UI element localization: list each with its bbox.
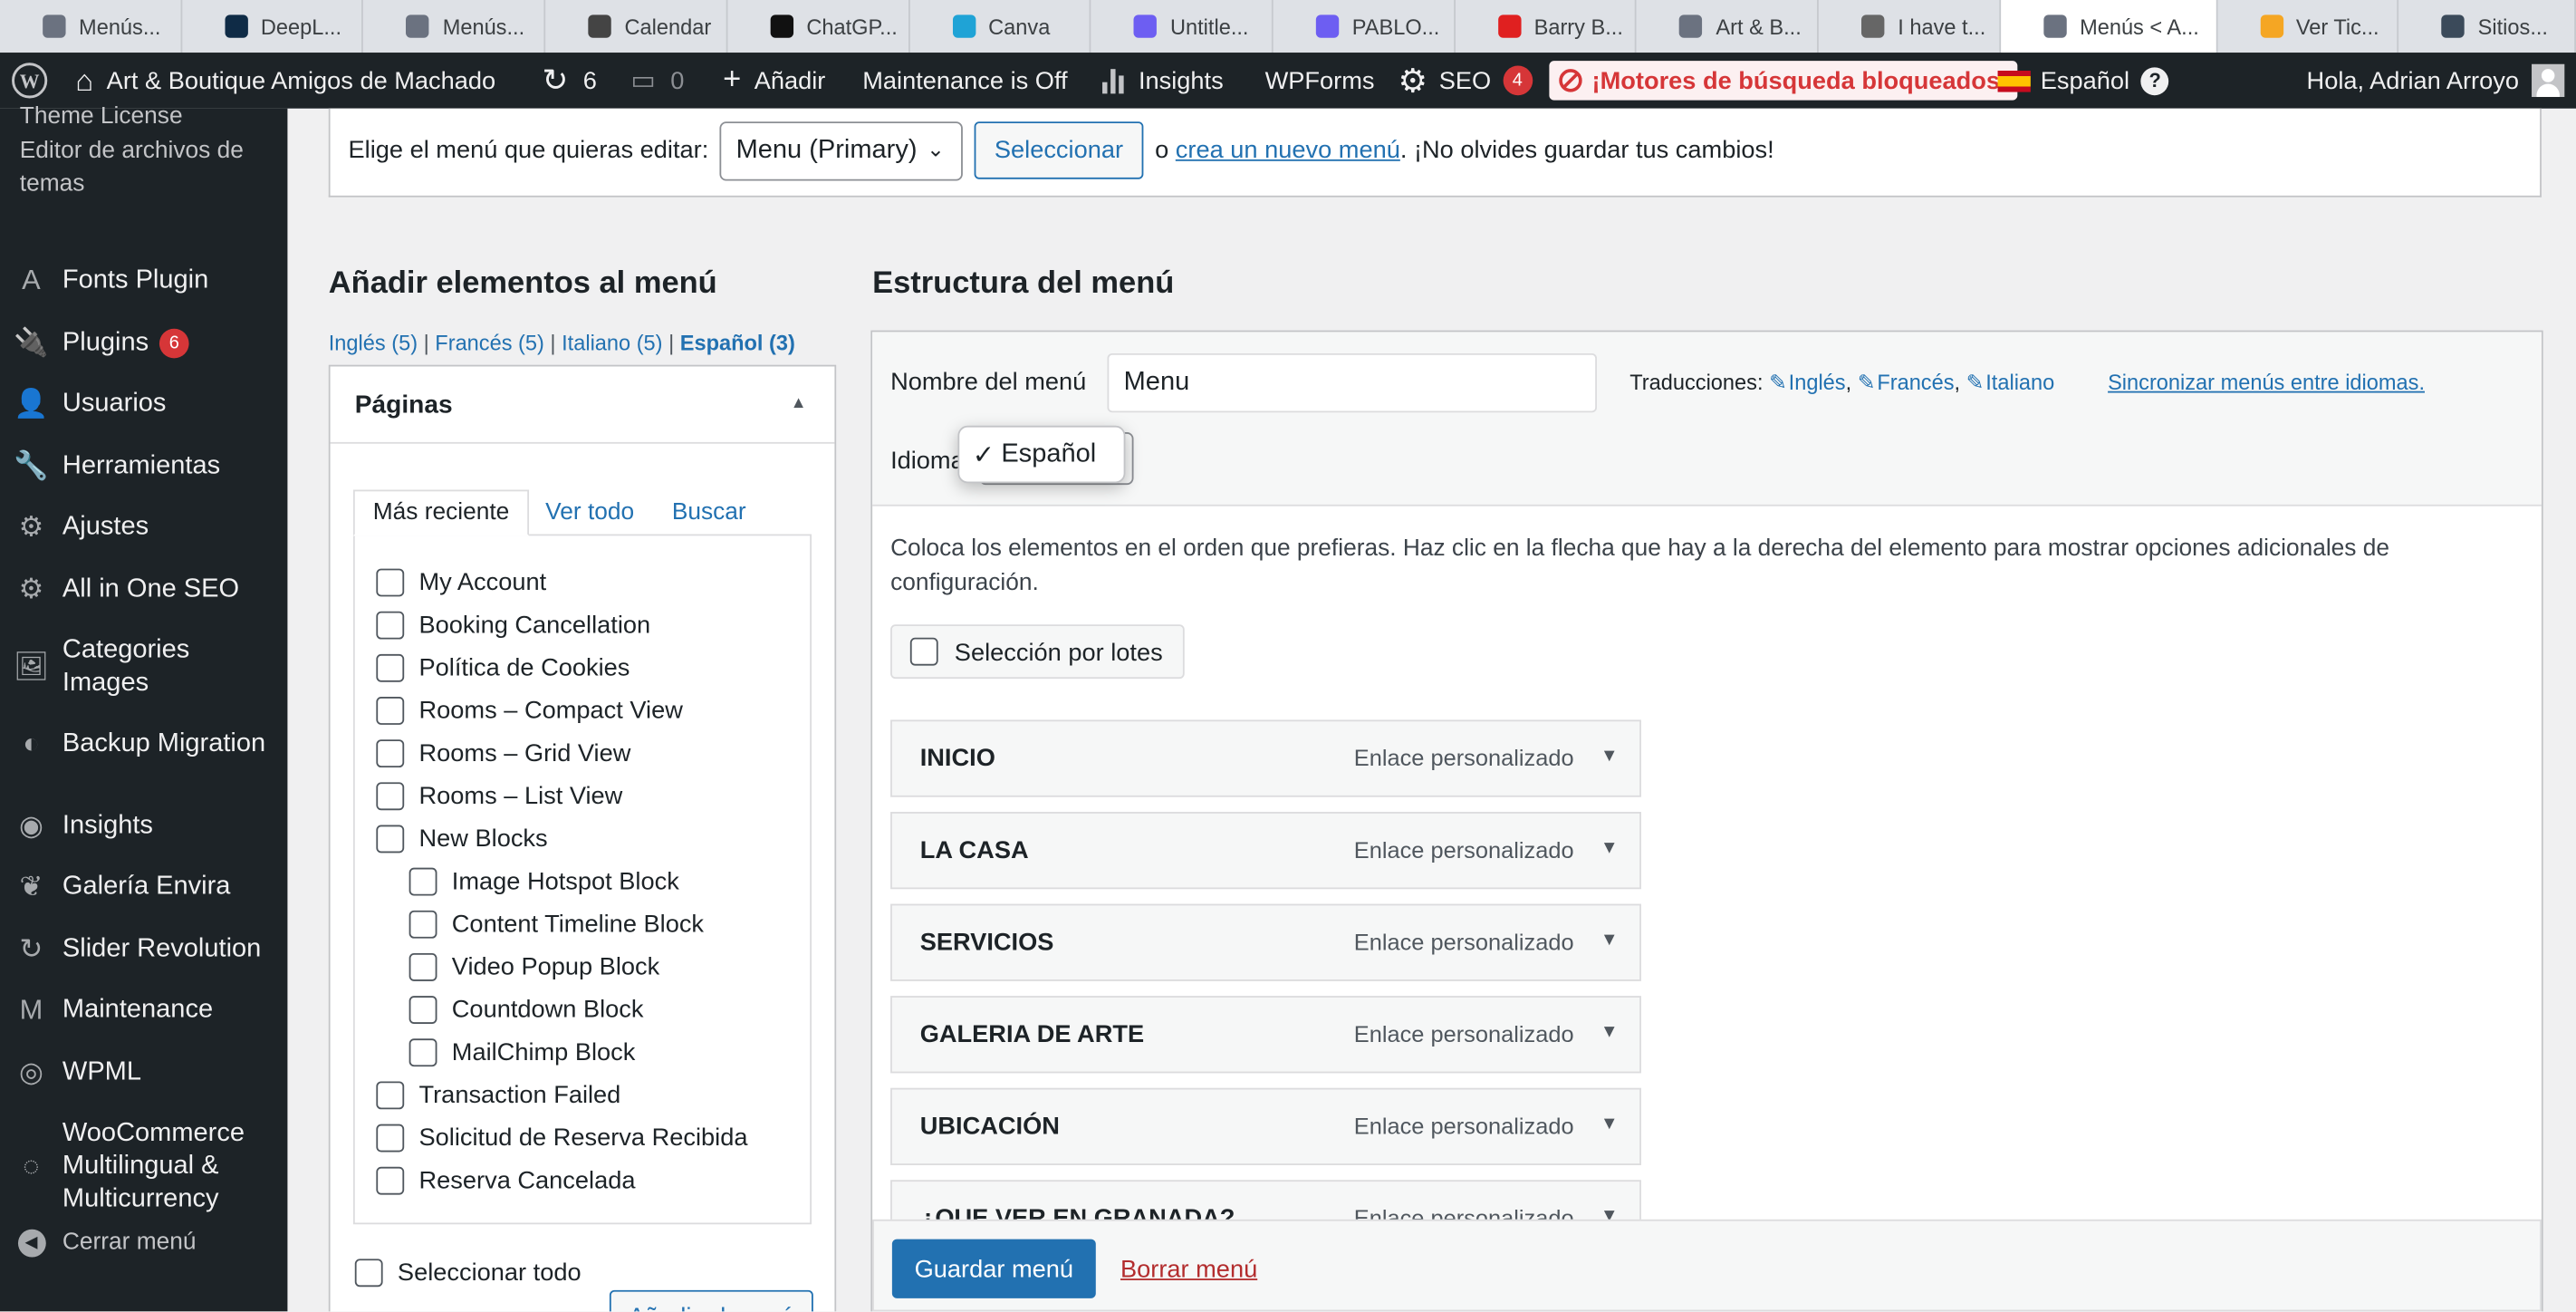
menu-item[interactable]: INICIO Enlace personalizado ▼ bbox=[890, 719, 1641, 797]
menu-item-title: LA CASA bbox=[919, 836, 1029, 865]
menu-item[interactable]: ¿QUE VER EN GRANADA? Enlace personalizado… bbox=[890, 1180, 1641, 1220]
menu-footer: Guardar menú Borrar menú bbox=[872, 1219, 2542, 1312]
expand-arrow-icon[interactable]: ▼ bbox=[1600, 838, 1619, 858]
menu-item-title: ¿QUE VER EN GRANADA? bbox=[919, 1204, 1235, 1220]
menu-item-type: Enlace personalizado bbox=[1353, 1112, 1574, 1139]
menu-item-title: INICIO bbox=[919, 744, 995, 773]
screen: Menús... DeepL... Menús... Calendar ChatGP..… bbox=[0, 0, 2576, 1312]
select-all-checkbox[interactable] bbox=[354, 1259, 383, 1288]
expand-arrow-icon[interactable]: ▼ bbox=[1600, 1022, 1619, 1042]
menu-item-type: Enlace personalizado bbox=[1353, 744, 1574, 771]
menu-item[interactable]: UBICACIÓN Enlace personalizado ▼ bbox=[890, 1087, 1641, 1165]
menu-item-title: GALERIA DE ARTE bbox=[919, 1020, 1145, 1049]
menu-item-type: Enlace personalizado bbox=[1353, 928, 1574, 955]
collapse-arrow-icon: ◀ bbox=[14, 1226, 47, 1259]
expand-arrow-icon[interactable]: ▼ bbox=[1600, 1206, 1619, 1220]
select-all-label: Seleccionar todo bbox=[397, 1259, 582, 1288]
menu-items-list: INICIO Enlace personalizado ▼ LA CASA Enlace… bbox=[0, 0, 2576, 1220]
menu-item-title: SERVICIOS bbox=[919, 928, 1054, 957]
menu-item[interactable]: GALERIA DE ARTE Enlace personalizado ▼ bbox=[890, 996, 1641, 1074]
expand-arrow-icon[interactable]: ▼ bbox=[1600, 931, 1619, 950]
menu-item-type: Enlace personalizado bbox=[1353, 836, 1574, 863]
save-menu-button[interactable]: Guardar menú bbox=[891, 1239, 1096, 1298]
menu-item-title: UBICACIÓN bbox=[919, 1112, 1060, 1141]
expand-arrow-icon[interactable]: ▼ bbox=[1600, 1114, 1619, 1134]
expand-arrow-icon[interactable]: ▼ bbox=[1600, 746, 1619, 766]
add-to-menu-button[interactable]: Añadir al menú bbox=[609, 1289, 813, 1312]
menu-item-type: Enlace personalizado bbox=[1353, 1204, 1574, 1220]
menu-item-type: Enlace personalizado bbox=[1353, 1020, 1574, 1047]
menu-item[interactable]: LA CASA Enlace personalizado ▼ bbox=[890, 812, 1641, 890]
menu-item[interactable]: SERVICIOS Enlace personalizado ▼ bbox=[890, 903, 1641, 981]
delete-menu-link[interactable]: Borrar menú bbox=[1120, 1256, 1257, 1284]
